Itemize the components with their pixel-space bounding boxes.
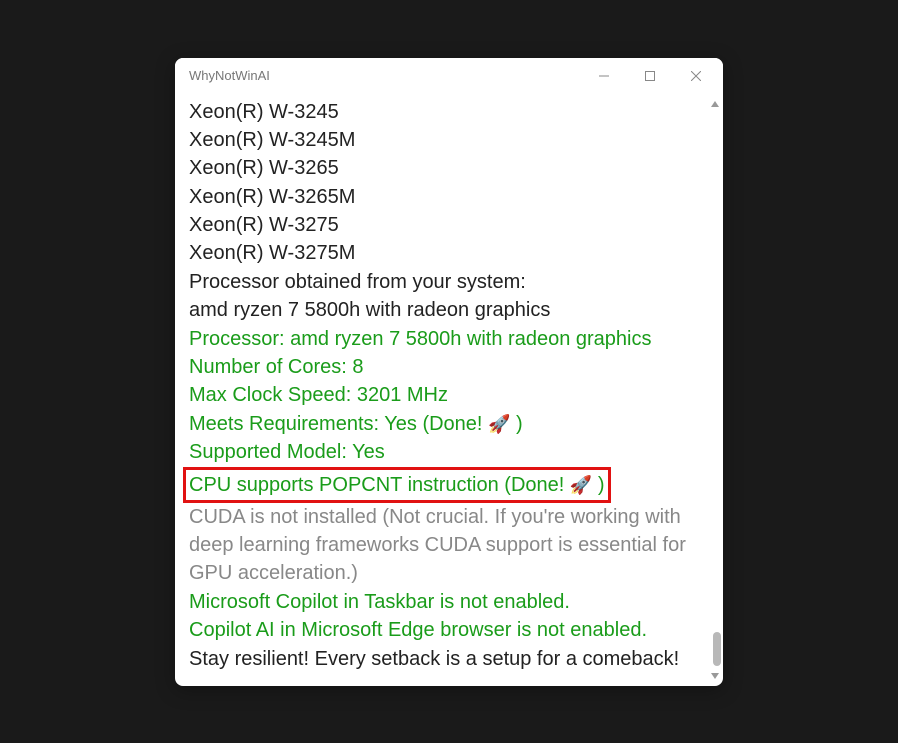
maximize-button[interactable] (627, 60, 673, 92)
text-fragment: ) (592, 474, 604, 496)
scrollbar[interactable] (707, 94, 723, 686)
rocket-icon: 🚀 (570, 472, 592, 499)
popcnt-line: CPU supports POPCNT instruction (Done! 🚀… (189, 467, 693, 503)
motivation-line: Stay resilient! Every setback is a setup… (189, 645, 693, 673)
app-window: WhyNotWinAI Xeon(R) W-3245 Xeon(R) W-324… (175, 58, 723, 686)
clock-speed-line: Max Clock Speed: 3201 MHz (189, 381, 693, 409)
cpu-model-line: Xeon(R) W-3275 (189, 211, 693, 239)
cpu-model-line: Xeon(R) W-3245M (189, 126, 693, 154)
cpu-model-line: Xeon(R) W-3275M (189, 239, 693, 267)
scroll-down-arrow[interactable] (707, 668, 723, 684)
highlight-box: CPU supports POPCNT instruction (Done! 🚀… (183, 467, 611, 503)
scroll-up-arrow[interactable] (707, 96, 723, 112)
copilot-taskbar-line: Microsoft Copilot in Taskbar is not enab… (189, 588, 693, 616)
processor-line: Processor: amd ryzen 7 5800h with radeon… (189, 325, 693, 353)
copilot-edge-line: Copilot AI in Microsoft Edge browser is … (189, 616, 693, 644)
window-title: WhyNotWinAI (189, 68, 581, 83)
titlebar[interactable]: WhyNotWinAI (175, 58, 723, 94)
supported-model-line: Supported Model: Yes (189, 438, 693, 466)
scroll-thumb[interactable] (713, 632, 721, 666)
close-button[interactable] (673, 60, 719, 92)
rocket-icon: 🚀 (488, 412, 510, 438)
cores-line: Number of Cores: 8 (189, 353, 693, 381)
text-fragment: CPU supports POPCNT instruction (Done! (189, 474, 570, 496)
cuda-line: CUDA is not installed (Not crucial. If y… (189, 503, 693, 588)
cpu-model-line: Xeon(R) W-3245 (189, 98, 693, 126)
cpu-model-line: Xeon(R) W-3265M (189, 183, 693, 211)
cpu-model-line: Xeon(R) W-3265 (189, 154, 693, 182)
minimize-button[interactable] (581, 60, 627, 92)
output-content: Xeon(R) W-3245 Xeon(R) W-3245M Xeon(R) W… (175, 94, 707, 686)
content-wrap: Xeon(R) W-3245 Xeon(R) W-3245M Xeon(R) W… (175, 94, 723, 686)
text-fragment: ) (510, 413, 522, 435)
processor-obtained-value: amd ryzen 7 5800h with radeon graphics (189, 296, 693, 324)
text-fragment: Meets Requirements: Yes (Done! (189, 413, 488, 435)
window-controls (581, 60, 719, 92)
meets-requirements-line: Meets Requirements: Yes (Done! 🚀 ) (189, 410, 693, 438)
processor-obtained-label: Processor obtained from your system: (189, 268, 693, 296)
